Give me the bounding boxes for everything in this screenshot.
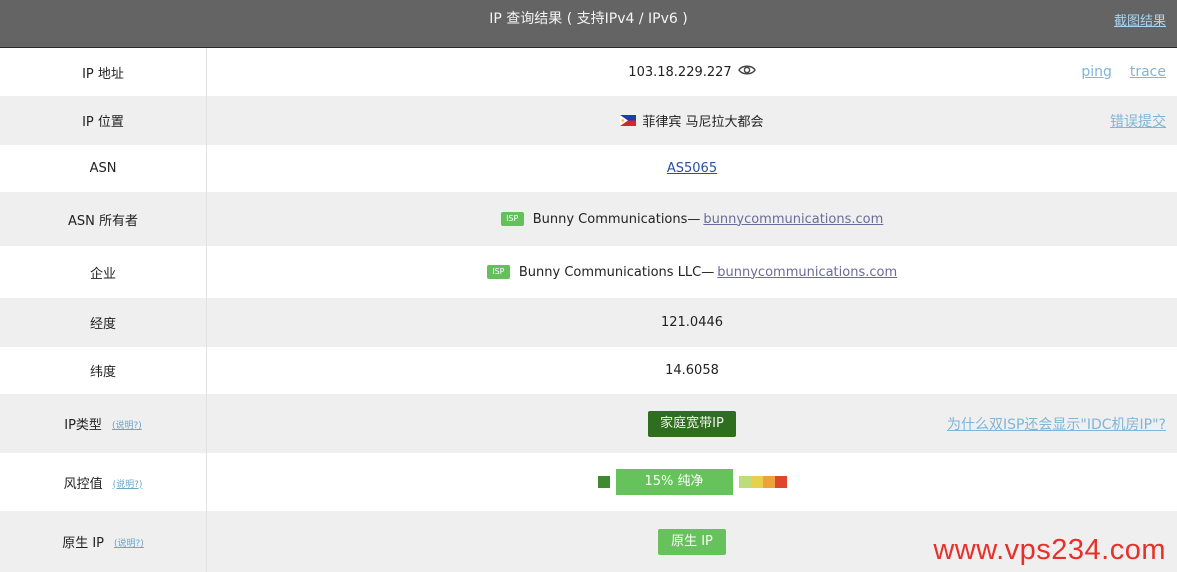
risk-scale-segment-1 — [738, 476, 751, 488]
native-ip-badge: 原生 IP — [658, 528, 726, 555]
row-risk-score: 风控值 (说明?) 15% 纯净 — [0, 453, 1177, 511]
trace-link[interactable]: trace — [1130, 64, 1166, 80]
ip-location-value: 菲律宾 马尼拉大都会 — [642, 115, 764, 130]
asn-link[interactable]: AS5065 — [667, 161, 717, 176]
company-label: 企业 — [0, 246, 207, 298]
row-longitude: 经度 121.0446 — [0, 298, 1177, 347]
native-ip-label: 原生 IP (说明?) — [0, 511, 207, 572]
dual-isp-explain-link[interactable]: 为什么双ISP还会显示"IDC机房IP"? — [947, 414, 1166, 434]
longitude-value: 121.0446 — [660, 315, 724, 330]
watermark-text: www.vps234.com — [933, 534, 1166, 566]
ip-type-badge: 家庭宽带IP — [648, 410, 736, 437]
risk-score-meter: 15% 纯净 — [597, 469, 787, 495]
screenshot-link[interactable]: 截图结果 — [1114, 10, 1166, 29]
ip-type-label: IP类型 (说明?) — [0, 394, 207, 453]
report-error-link[interactable]: 错误提交 — [1110, 111, 1166, 131]
ip-address-label: IP 地址 — [0, 48, 207, 96]
asn-owner-label: ASN 所有者 — [0, 192, 207, 246]
risk-scale-segment-2 — [750, 476, 763, 488]
eye-icon[interactable] — [737, 64, 756, 80]
philippines-flag-icon — [620, 115, 637, 126]
company-domain-link[interactable]: bunnycommunications.com — [717, 265, 897, 280]
risk-score-value: 15% 纯净 — [615, 469, 733, 495]
longitude-label: 经度 — [0, 298, 207, 347]
latitude-label: 纬度 — [0, 347, 207, 394]
isp-badge: ISP — [486, 265, 510, 279]
results-title: IP 查询结果 ( 支持IPv4 / IPv6 ) — [489, 11, 688, 27]
ip-location-label: IP 位置 — [0, 96, 207, 145]
row-company: 企业 ISP Bunny Communications LLC— bunnyco… — [0, 246, 1177, 298]
ip-address-value: 103.18.229.227 — [628, 64, 732, 80]
row-latitude: 纬度 14.6058 — [0, 347, 1177, 394]
risk-score-label: 风控值 (说明?) — [0, 453, 207, 511]
asn-owner-name: Bunny Communications— — [532, 211, 701, 227]
risk-level-indicator — [597, 476, 610, 488]
row-ip-address: IP 地址 103.18.229.227 ping trace — [0, 48, 1177, 96]
risk-help-link[interactable]: (说明?) — [113, 477, 143, 490]
risk-scale-segment-4 — [774, 476, 787, 488]
ping-link[interactable]: ping — [1081, 64, 1112, 80]
native-help-link[interactable]: (说明?) — [114, 536, 144, 549]
ip-type-help-link[interactable]: (说明?) — [112, 418, 142, 431]
results-header: IP 查询结果 ( 支持IPv4 / IPv6 ) 截图结果 — [0, 0, 1177, 48]
asn-owner-domain-link[interactable]: bunnycommunications.com — [703, 212, 883, 227]
isp-badge: ISP — [500, 212, 524, 226]
row-ip-type: IP类型 (说明?) 家庭宽带IP 为什么双ISP还会显示"IDC机房IP"? — [0, 394, 1177, 453]
asn-label: ASN — [0, 145, 207, 192]
row-asn: ASN AS5065 — [0, 145, 1177, 192]
row-asn-owner: ASN 所有者 ISP Bunny Communications— bunnyc… — [0, 192, 1177, 246]
latitude-value: 14.6058 — [665, 363, 719, 378]
row-ip-location: IP 位置 菲律宾 马尼拉大都会 错误提交 — [0, 96, 1177, 145]
company-name: Bunny Communications LLC— — [518, 264, 715, 280]
risk-scale-segment-3 — [762, 476, 775, 488]
